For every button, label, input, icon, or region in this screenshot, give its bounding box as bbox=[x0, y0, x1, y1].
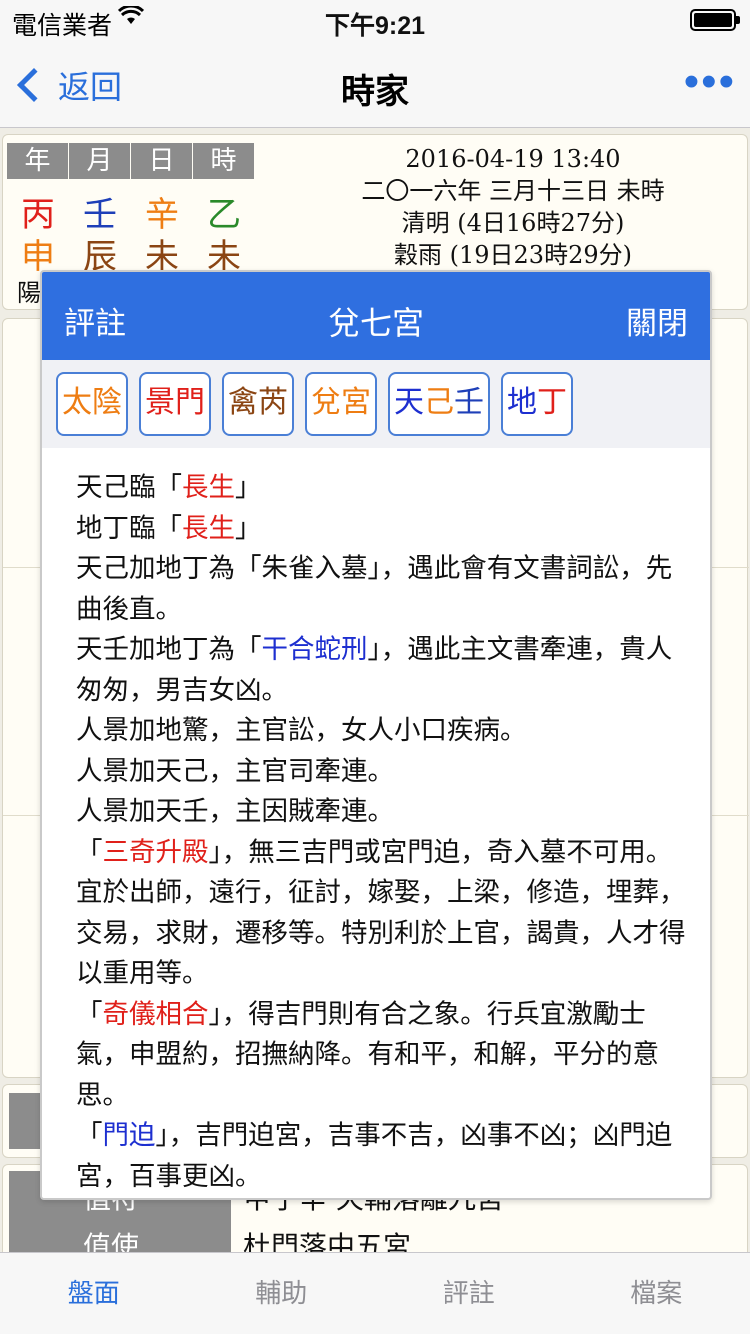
annotation-line: 地丁臨「長生」 bbox=[76, 512, 262, 544]
tag-palace[interactable]: 兌宮 bbox=[305, 372, 377, 436]
pillar-headers: 年 月 日 時 bbox=[7, 143, 255, 179]
annotation-line: 天己臨「長生」 bbox=[76, 472, 262, 503]
pillar-header-day: 日 bbox=[131, 143, 192, 179]
solar-term-1: 清明 (4日16時27分) bbox=[401, 209, 625, 237]
tab-board[interactable]: 盤面 bbox=[0, 1253, 188, 1334]
pillar-header-month: 月 bbox=[69, 143, 130, 179]
tab-files[interactable]: 檔案 bbox=[563, 1253, 750, 1334]
status-time: 下午9:21 bbox=[324, 12, 426, 40]
annotation-line: 人景加天壬，主因賊牽連。 bbox=[76, 796, 394, 827]
palace-tags: 太陰 景門 禽芮 兌宮 天己壬 地丁 bbox=[42, 360, 710, 448]
page-title: 時家 bbox=[341, 73, 409, 111]
battery-icon bbox=[690, 9, 740, 31]
tag-earth-stem[interactable]: 地丁 bbox=[501, 372, 573, 436]
dialog-header: 評註 兌七宮 關閉 bbox=[42, 272, 710, 360]
tab-bar: 盤面 輔助 評註 檔案 bbox=[0, 1252, 750, 1334]
annotation-line: 人景加地驚，主官訟，女人小口疾病。 bbox=[76, 715, 527, 746]
pillar-header-year: 年 bbox=[7, 143, 68, 179]
solar-term-2: 穀雨 (19日23時29分) bbox=[394, 241, 632, 269]
tab-annotation[interactable]: 評註 bbox=[375, 1253, 563, 1334]
tab-auxiliary[interactable]: 輔助 bbox=[188, 1253, 376, 1334]
annotation-line: 「門迫」，吉門迫宮，吉事不吉，凶事不凶；凶門迫宮，百事更凶。 bbox=[76, 1120, 673, 1192]
annotation-line: 人景加天己，主官司牽連。 bbox=[76, 755, 394, 787]
yinyang-label: 陽 bbox=[17, 279, 41, 307]
more-options-button[interactable]: ••• bbox=[684, 60, 736, 104]
pillar-header-hour: 時 bbox=[193, 143, 254, 179]
lunar-date-text: 二〇一六年 三月十三日 未時 bbox=[361, 177, 665, 205]
annotation-text: 天己臨「長生」 地丁臨「長生」 天己加地丁為「朱雀入墓」，遇此會有文書詞訟，先曲… bbox=[76, 468, 686, 1197]
dialog-title: 兌七宮 bbox=[327, 304, 424, 342]
navigation-bar: 返回 時家 ••• bbox=[0, 40, 750, 128]
annotation-line: 「三奇升殿」，無三吉門或宮門迫，奇入墓不可用。宜於出師，遠行，征討，嫁娶，上梁，… bbox=[76, 836, 686, 990]
annotation-line: 天己加地丁為「朱雀入墓」，遇此會有文書詞訟，先曲後直。 bbox=[76, 553, 673, 625]
tag-star[interactable]: 禽芮 bbox=[222, 372, 294, 436]
close-button[interactable]: 關閉 bbox=[626, 298, 688, 343]
tag-deity[interactable]: 太陰 bbox=[56, 372, 128, 436]
datetime-text: 2016-04-19 13:40 bbox=[405, 145, 621, 173]
tag-heaven-stems[interactable]: 天己壬 bbox=[388, 372, 490, 436]
palace-detail-dialog: 評註 兌七宮 關閉 太陰 景門 禽芮 兌宮 天己壬 地丁 天己臨「長生」 地丁臨… bbox=[40, 270, 712, 1200]
tag-door[interactable]: 景門 bbox=[139, 372, 211, 436]
date-info: 2016-04-19 13:40 二〇一六年 三月十三日 未時 清明 (4日16… bbox=[303, 143, 723, 271]
annotation-line: 天壬加地丁為「干合蛇刑」，遇此主文書牽連，貴人匆匆，男吉女凶。 bbox=[76, 634, 673, 706]
annotation-line: 「奇儀相合」，得吉門則有合之象。行兵宜激勵士氣，申盟約，招撫納降。有和平，和解，… bbox=[76, 998, 659, 1111]
status-bar: 電信業者 下午9:21 bbox=[0, 0, 750, 40]
